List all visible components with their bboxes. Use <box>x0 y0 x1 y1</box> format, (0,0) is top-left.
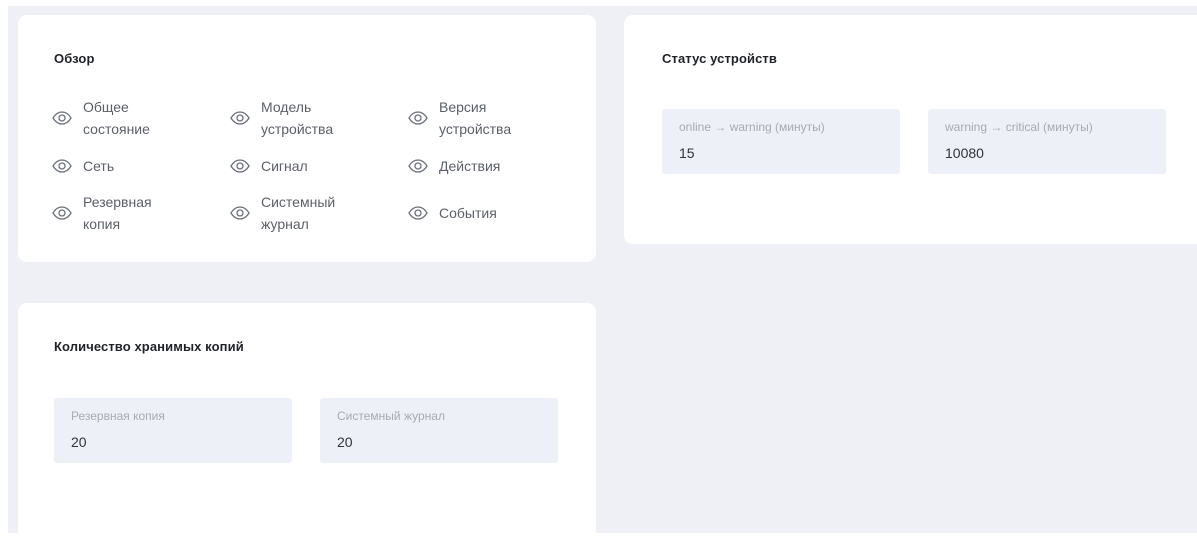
stored-copies-title: Количество хранимых копий <box>54 339 244 354</box>
stored-copies-card: Количество хранимых копий Резервная копи… <box>18 303 596 543</box>
overview-item-general-state[interactable]: Общее состояние <box>52 96 150 140</box>
eye-icon <box>230 111 250 125</box>
field-value: 20 <box>337 434 353 450</box>
overview-item-system-log[interactable]: Системный журнал <box>230 191 335 235</box>
eye-icon <box>408 111 428 125</box>
field-value: 10080 <box>945 145 984 161</box>
overview-item-label: Действия <box>439 158 501 174</box>
field-label: warning → critical (минуты) <box>945 120 1093 134</box>
overview-item-actions[interactable]: Действия <box>408 155 500 177</box>
overview-item-label: Модель устройства <box>261 99 334 137</box>
field-value: 15 <box>679 145 695 161</box>
overview-item-label: Резервная копия <box>83 194 152 232</box>
overview-item-label: События <box>439 205 497 221</box>
device-status-title: Статус устройств <box>662 51 777 66</box>
overview-item-signal[interactable]: Сигнал <box>230 155 308 177</box>
field-label: online → warning (минуты) <box>679 120 825 134</box>
system-log-count-field[interactable]: Системный журнал 20 <box>320 398 558 463</box>
eye-icon <box>230 206 250 220</box>
device-status-card: Статус устройств online → warning (минут… <box>624 15 1197 244</box>
eye-icon <box>52 111 72 125</box>
overview-item-device-version[interactable]: Версия устройства <box>408 96 511 140</box>
field-value: 20 <box>71 434 87 450</box>
online-warning-field[interactable]: online → warning (минуты) 15 <box>662 109 900 174</box>
eye-icon <box>408 206 428 220</box>
eye-icon <box>52 159 72 173</box>
overview-item-label: Системный журнал <box>261 194 336 232</box>
overview-item-backup[interactable]: Резервная копия <box>52 191 152 235</box>
overview-card: Обзор Общее состояние Модель устройства … <box>18 15 596 262</box>
overview-item-device-model[interactable]: Модель устройства <box>230 96 333 140</box>
eye-icon <box>408 159 428 173</box>
overview-item-label: Общее состояние <box>83 99 150 137</box>
overview-title: Обзор <box>54 51 95 66</box>
overview-item-label: Сеть <box>83 158 115 174</box>
overview-item-events[interactable]: События <box>408 202 497 224</box>
eye-icon <box>230 159 250 173</box>
field-label: Резервная копия <box>71 409 165 423</box>
overview-item-network[interactable]: Сеть <box>52 155 114 177</box>
eye-icon <box>52 206 72 220</box>
overview-item-label: Версия устройства <box>439 99 512 137</box>
backup-count-field[interactable]: Резервная копия 20 <box>54 398 292 463</box>
field-label: Системный журнал <box>337 409 445 423</box>
overview-item-label: Сигнал <box>261 158 308 174</box>
warning-critical-field[interactable]: warning → critical (минуты) 10080 <box>928 109 1166 174</box>
